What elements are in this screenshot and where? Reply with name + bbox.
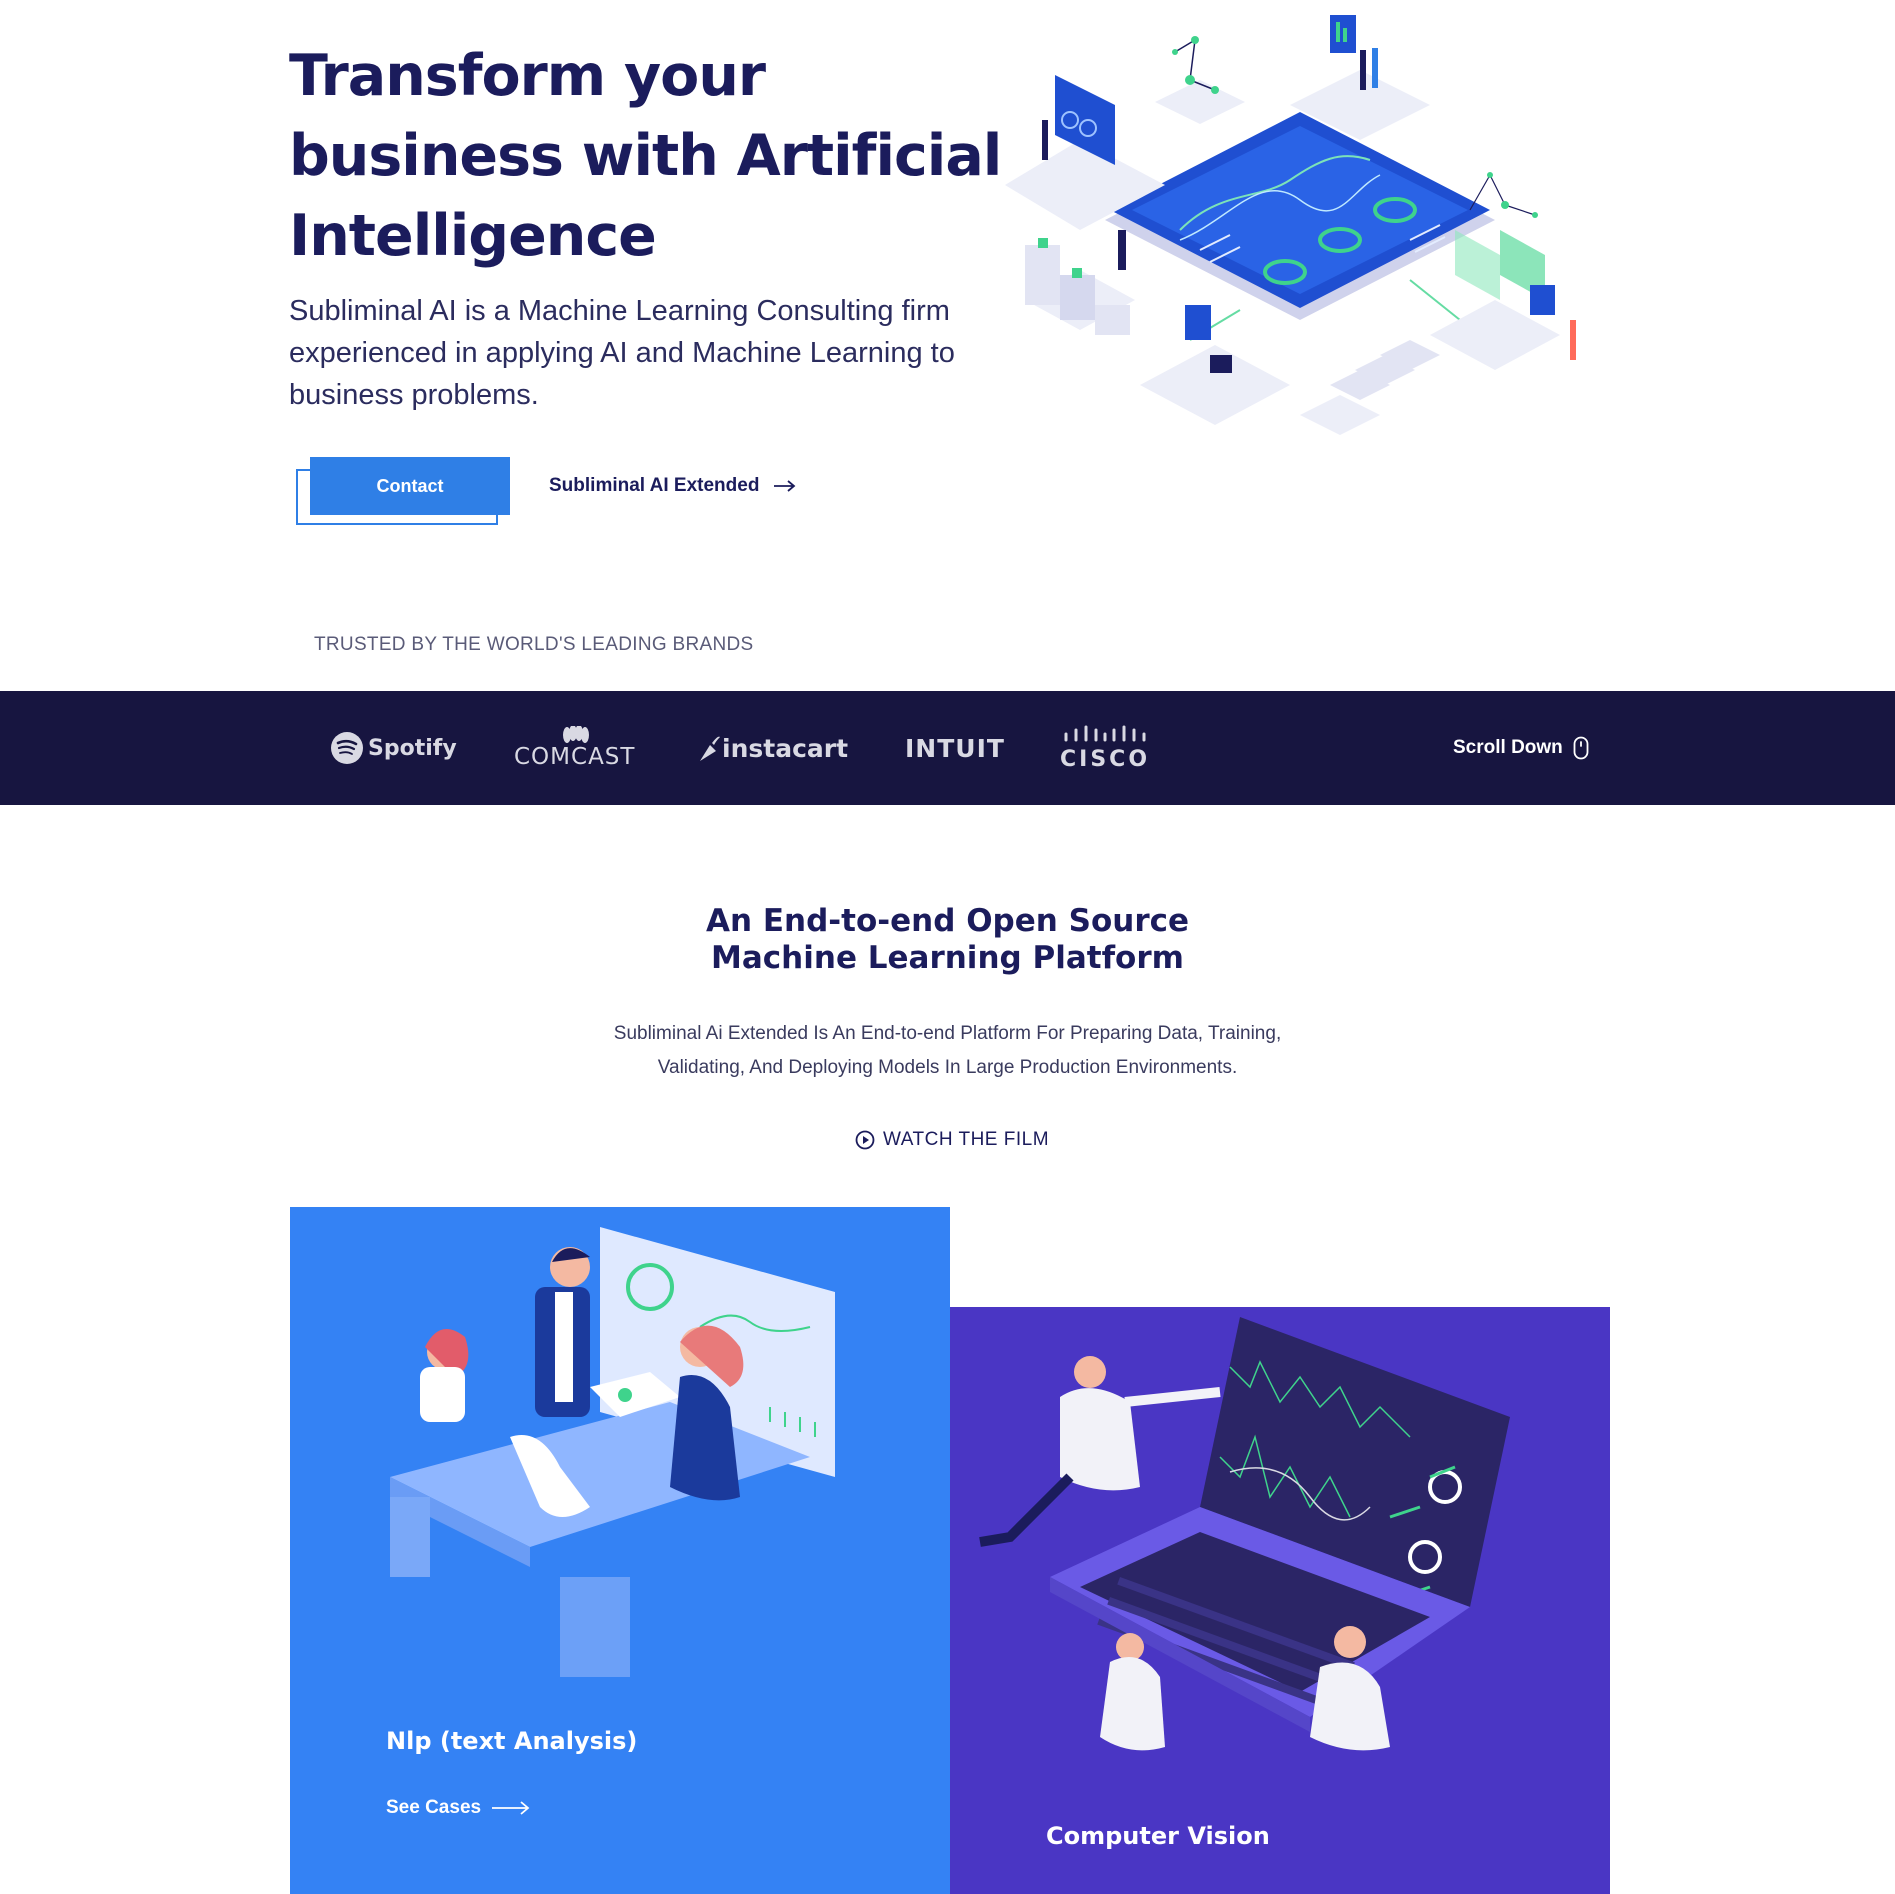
brand-comcast: COMCAST [514, 691, 635, 805]
card-nlp-title: Nlp (text Analysis) [386, 1727, 638, 1755]
central-dashboard-platform [1105, 112, 1495, 320]
platform-title: An End-to-end Open Source Machine Learni… [0, 903, 1895, 977]
watch-film-button[interactable]: WATCH THE FILM [855, 1126, 1049, 1154]
contact-button[interactable]: Contact [310, 457, 510, 515]
comcast-peacock-icon [562, 726, 589, 743]
carrot-icon [700, 736, 720, 761]
scroll-down-label: Scroll Down [1453, 737, 1563, 758]
tile-workstation [1140, 305, 1290, 425]
platform-title-line1: An End-to-end Open Source [705, 903, 1190, 939]
scroll-down-button[interactable]: Scroll Down [1453, 691, 1589, 805]
watch-film-label: WATCH THE FILM [883, 1129, 1050, 1150]
brand-spotify-label: Spotify [368, 735, 457, 761]
see-cases-link[interactable]: See Cases [386, 1797, 531, 1819]
card-nlp[interactable]: Nlp (text Analysis) See Cases [290, 1207, 950, 1894]
computer-vision-illustration [979, 1317, 1510, 1751]
platform-description: Subliminal Ai Extended Is An End-to-end … [0, 1017, 1895, 1085]
brand-cisco-label: CISCO [1060, 746, 1151, 772]
platform-description-line2: Validating, And Deploying Models In Larg… [657, 1057, 1238, 1078]
hero-subtitle: Subliminal AI is a Machine Learning Cons… [289, 295, 955, 411]
cisco-bars-icon [1064, 725, 1146, 741]
arrow-right-icon [492, 1801, 530, 1815]
mouse-icon [1573, 736, 1589, 760]
brand-instacart-label: instacart [722, 733, 849, 763]
play-circle-icon [855, 1130, 875, 1150]
card-computer-vision[interactable]: Computer Vision [950, 1307, 1610, 1894]
subliminal-extended-link[interactable]: Subliminal AI Extended [549, 470, 797, 502]
trusted-by-label: TRUSTED BY THE WORLD'S LEADING BRANDS [314, 634, 754, 655]
brand-intuit-label: INTUIT [905, 733, 1005, 763]
see-cases-label: See Cases [386, 1797, 482, 1818]
card-computer-vision-title: Computer Vision [1046, 1822, 1270, 1850]
brand-cisco: CISCO [1060, 691, 1150, 805]
brand-spotify: Spotify [330, 691, 457, 805]
brand-comcast-label: COMCAST [514, 744, 636, 770]
spotify-icon [331, 732, 363, 764]
brand-instacart: instacart [696, 691, 848, 805]
subliminal-extended-label: Subliminal AI Extended [549, 475, 760, 496]
platform-title-line2: Machine Learning Platform [711, 940, 1184, 976]
tile-molecule [1155, 36, 1245, 124]
platform-description-line1: Subliminal Ai Extended Is An End-to-end … [613, 1023, 1282, 1044]
hero-isometric-illustration [1005, 15, 1576, 435]
arrow-right-icon [774, 480, 796, 492]
tile-cubes [1025, 230, 1135, 335]
contact-button-group: Contact [296, 457, 510, 527]
nlp-team-illustration [390, 1227, 835, 1677]
hero-title: Transform your business with Artificial … [289, 43, 1002, 269]
brand-logos-bar: Spotify COMCAST instacart INTUIT CISCO S… [0, 691, 1895, 805]
brand-intuit: INTUIT [905, 691, 1005, 805]
